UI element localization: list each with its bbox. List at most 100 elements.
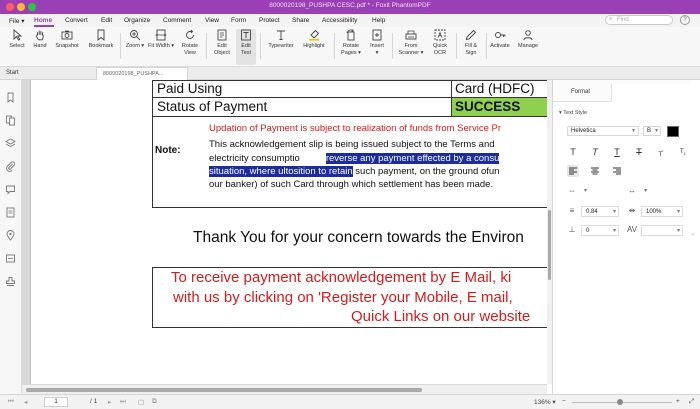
bookmark-button[interactable]: Bookmark (86, 29, 116, 50)
text-style-underline-icon[interactable]: T (611, 146, 623, 158)
note-line-4: our banker) of such Card through which s… (209, 179, 494, 190)
menu-help[interactable]: Help (372, 17, 385, 24)
edit-text-button[interactable]: Edit Text (236, 29, 256, 65)
layers-icon[interactable] (5, 138, 16, 149)
last-page-icon[interactable]: ⏭ (120, 398, 126, 406)
horizontal-scale-field[interactable]: 100% ▾ (641, 206, 683, 217)
next-page-icon[interactable]: ▸ (108, 398, 111, 406)
edit-object-label: Edit Object (214, 43, 230, 56)
menu-comment[interactable]: Comment (163, 17, 191, 24)
menu-share[interactable]: Share (292, 17, 309, 24)
continuous-view-icon[interactable]: ⧉ (152, 398, 157, 406)
kerning-field[interactable]: ▾ (641, 225, 683, 236)
single-page-view-icon[interactable]: ▢ (138, 398, 144, 406)
char-spacing-icon: ⇔ (568, 186, 576, 195)
fit-width-label: Fit Width ▾ (148, 43, 174, 49)
text-style-section[interactable]: ▾ Text Style (559, 110, 587, 116)
note-line-1: This acknowledgement slip is being issue… (209, 139, 495, 150)
horizontal-scrollbar[interactable] (22, 384, 547, 394)
align-right-icon[interactable] (611, 165, 623, 177)
edit-object-button[interactable]: Edit Object (210, 29, 234, 56)
pdf-page[interactable]: Paid Using Card (HDFC) Status of Payment… (30, 80, 547, 384)
baseline-offset-field[interactable]: 0 ▾ (581, 225, 619, 236)
text-style-normal-icon[interactable]: T (567, 146, 579, 158)
activate-button[interactable]: Activate (488, 29, 512, 50)
stamp-icon[interactable] (5, 276, 16, 287)
selected-text[interactable]: situation, where ultosition to retain (209, 166, 353, 177)
bookmarks-icon[interactable] (5, 92, 16, 103)
search-icon: ⌕ (609, 16, 613, 22)
key-icon (494, 29, 506, 41)
fill-sign-button[interactable]: Fill & Sign (460, 29, 482, 56)
line-spacing-field[interactable]: 0.84 ▾ (581, 206, 619, 217)
menu-protect[interactable]: Protect (259, 17, 280, 24)
char-spacing-field[interactable]: ▾ (579, 186, 589, 197)
word-spacing-field[interactable]: ▾ (639, 186, 649, 197)
tab-start[interactable]: Start (6, 70, 19, 76)
highlight-button[interactable]: Highlight (300, 29, 328, 50)
zoom-in-icon[interactable]: + (676, 398, 680, 405)
pages-icon[interactable] (5, 115, 16, 126)
search-input[interactable]: ⌕ Find (605, 15, 673, 25)
zoom-slider-knob[interactable] (617, 399, 623, 405)
from-scanner-button[interactable]: From Scanner ▾ (396, 29, 426, 56)
font-style-select[interactable]: B ▾ (643, 126, 661, 136)
menu-form[interactable]: Form (231, 17, 246, 24)
horizontal-scroll-thumb[interactable] (26, 388, 422, 392)
snapshot-button[interactable]: Snapshot (52, 29, 82, 50)
promo-border (152, 267, 153, 328)
font-family-select[interactable]: Helvetica ▾ (567, 126, 639, 136)
text-color-swatch[interactable] (667, 126, 679, 137)
edit-object-icon (216, 29, 228, 41)
page-number-input[interactable]: 1 (44, 397, 68, 407)
tab-document[interactable]: 8000020198_PUSHPA... (96, 67, 188, 80)
toolbar-separator (456, 33, 457, 59)
first-page-icon[interactable]: ⏮ (8, 398, 14, 406)
insert-button[interactable]: Insert ▾ (366, 29, 388, 57)
menu-file[interactable]: File ▾ (9, 17, 25, 25)
align-center-icon[interactable] (589, 165, 601, 177)
bookmark-label: Bookmark (88, 43, 114, 49)
chevron-down-icon: ▾ (643, 188, 647, 194)
highlight-label: Highlight (303, 43, 325, 49)
menu-accessibility[interactable]: Accessibility (322, 17, 357, 24)
note-line-3[interactable]: situation, where ultosition to retain su… (209, 166, 499, 177)
vertical-scroll-thumb[interactable] (548, 210, 551, 280)
typewriter-button[interactable]: Typewriter (264, 29, 298, 50)
text-style-strike-icon[interactable]: T (633, 146, 645, 158)
hand-tool-button[interactable]: Hand (30, 29, 50, 50)
subscript-icon[interactable]: T1 (677, 146, 689, 158)
zoom-button[interactable]: Zoom ▾ (124, 29, 146, 50)
tab-paragraph[interactable] (611, 84, 691, 102)
zoom-level[interactable]: 136% ▾ (534, 398, 556, 406)
menu-convert[interactable]: Convert (65, 17, 88, 24)
zoom-out-icon[interactable]: − (562, 398, 566, 405)
fullscreen-icon[interactable]: ⤢ (689, 398, 694, 406)
menu-edit[interactable]: Edit (101, 17, 112, 24)
comment-icon[interactable] (5, 184, 16, 195)
document-view[interactable]: Paid Using Card (HDFC) Status of Payment… (22, 80, 547, 384)
quick-ocr-button[interactable]: Quick OCR (428, 29, 452, 56)
panel-collapse-arrow-icon[interactable]: › (692, 232, 694, 238)
superscript-icon[interactable]: T¹ (655, 146, 667, 158)
select-tool-button[interactable]: Select (6, 29, 28, 50)
typewriter-label: Typewriter (268, 43, 294, 49)
fields-icon[interactable] (5, 253, 16, 264)
content-icon[interactable] (5, 207, 16, 218)
align-left-icon[interactable] (567, 165, 579, 177)
menu-home[interactable]: Home (34, 17, 52, 24)
attachment-icon[interactable] (5, 161, 16, 172)
rotate-view-button[interactable]: Rotate View (178, 29, 202, 56)
previous-page-icon[interactable]: ◂ (24, 398, 27, 406)
note-line-2[interactable]: electricity consumptio reverse any paymen… (209, 153, 500, 164)
manage-button[interactable]: Manage (514, 29, 542, 50)
text-style-italic-icon[interactable]: T (589, 146, 601, 158)
fit-width-button[interactable]: Fit Width ▾ (146, 29, 176, 50)
help-icon[interactable]: ? (680, 15, 690, 25)
rotate-pages-button[interactable]: Rotate Pages ▾ (338, 29, 364, 56)
tab-format[interactable]: Format (553, 84, 611, 102)
selected-text[interactable]: reverse any payment effected by a consu (325, 153, 500, 164)
menu-view[interactable]: View (205, 17, 219, 24)
location-icon[interactable] (5, 230, 16, 241)
menu-organize[interactable]: Organize (124, 17, 150, 24)
